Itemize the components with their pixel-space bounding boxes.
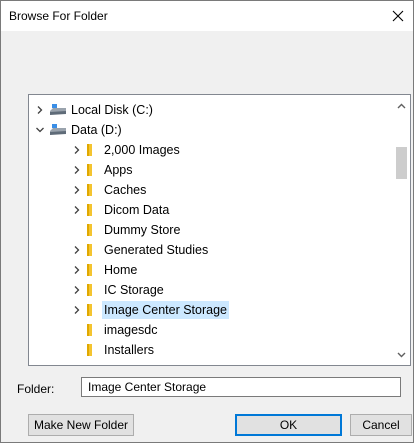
ok-button[interactable]: OK [235,414,342,436]
folder-icon [87,304,92,316]
tree-item-label: Caches [104,183,147,197]
folder-icon [87,264,92,276]
tree-item-label: Image Center Storage [102,301,229,319]
tree-item[interactable]: Local Disk (C:) [29,100,392,120]
tree-item[interactable]: Image Center Storage [29,300,392,320]
chevron-right-icon[interactable] [72,265,82,275]
folder-icon [87,144,92,156]
browse-for-folder-dialog: Browse For Folder Local Disk (C:) Data (D… [0,0,414,443]
tree-item[interactable]: IC Storage [29,280,392,300]
tree-item-label: Home [104,263,138,277]
folder-icon [87,344,92,356]
chevron-right-icon[interactable] [72,285,82,295]
tree-item-label: IC Storage [104,283,164,297]
tree-item[interactable]: Generated Studies [29,240,392,260]
chevron-right-icon[interactable] [72,145,82,155]
folder-icon [87,284,92,296]
drive-icon [50,104,66,115]
folder-icon [87,324,92,336]
tree-item[interactable]: Dummy Store [29,220,392,240]
scroll-up-button[interactable] [393,97,410,114]
tree-item[interactable]: Caches [29,180,392,200]
tree-item[interactable]: Apps [29,160,392,180]
tree-item-label: imagesdc [104,323,158,337]
chevron-right-icon[interactable] [72,305,82,315]
tree-item-label: Apps [104,163,133,177]
chevron-down-icon [397,352,406,357]
scroll-down-button[interactable] [393,346,410,363]
folder-tree[interactable]: Local Disk (C:) Data (D:) 2,000 Images Apps… [28,94,411,366]
tree-item-label: Installers [104,343,155,357]
scrollbar-thumb[interactable] [396,147,407,179]
folder-input[interactable] [81,377,401,397]
chevron-right-icon[interactable] [72,185,82,195]
tree-item[interactable]: 2,000 Images [29,140,392,160]
tree-item-label: 2,000 Images [104,143,180,157]
folder-icon [87,204,92,216]
chevron-right-icon[interactable] [72,205,82,215]
tree-item-label: Generated Studies [104,243,209,257]
chevron-up-icon [397,103,406,108]
chevron-right-icon[interactable] [72,165,82,175]
close-button[interactable] [383,1,413,31]
folder-icon [87,244,92,256]
title-bar: Browse For Folder [1,1,413,31]
tree-item-label: Dummy Store [104,223,181,237]
tree-item[interactable]: Installers [29,340,392,360]
chevron-down-icon[interactable] [35,125,45,135]
tree-item[interactable]: Dicom Data [29,200,392,220]
make-new-folder-button[interactable]: Make New Folder [28,414,134,436]
folder-icon [87,184,92,196]
folder-label: Folder: [17,382,55,396]
folder-icon [87,164,92,176]
tree-item[interactable]: Home [29,260,392,280]
cancel-button[interactable]: Cancel [350,414,412,436]
tree-item-label: Data (D:) [71,123,122,137]
close-icon [392,10,404,22]
dialog-title: Browse For Folder [9,9,108,23]
tree-item[interactable]: Data (D:) [29,120,392,140]
tree-item-label: Dicom Data [104,203,170,217]
drive-icon [50,124,66,135]
chevron-right-icon[interactable] [72,245,82,255]
vertical-scrollbar[interactable] [393,95,410,365]
tree-item-label: Local Disk (C:) [71,103,153,117]
chevron-right-icon[interactable] [35,105,45,115]
folder-icon [87,224,92,236]
tree-item[interactable]: imagesdc [29,320,392,340]
